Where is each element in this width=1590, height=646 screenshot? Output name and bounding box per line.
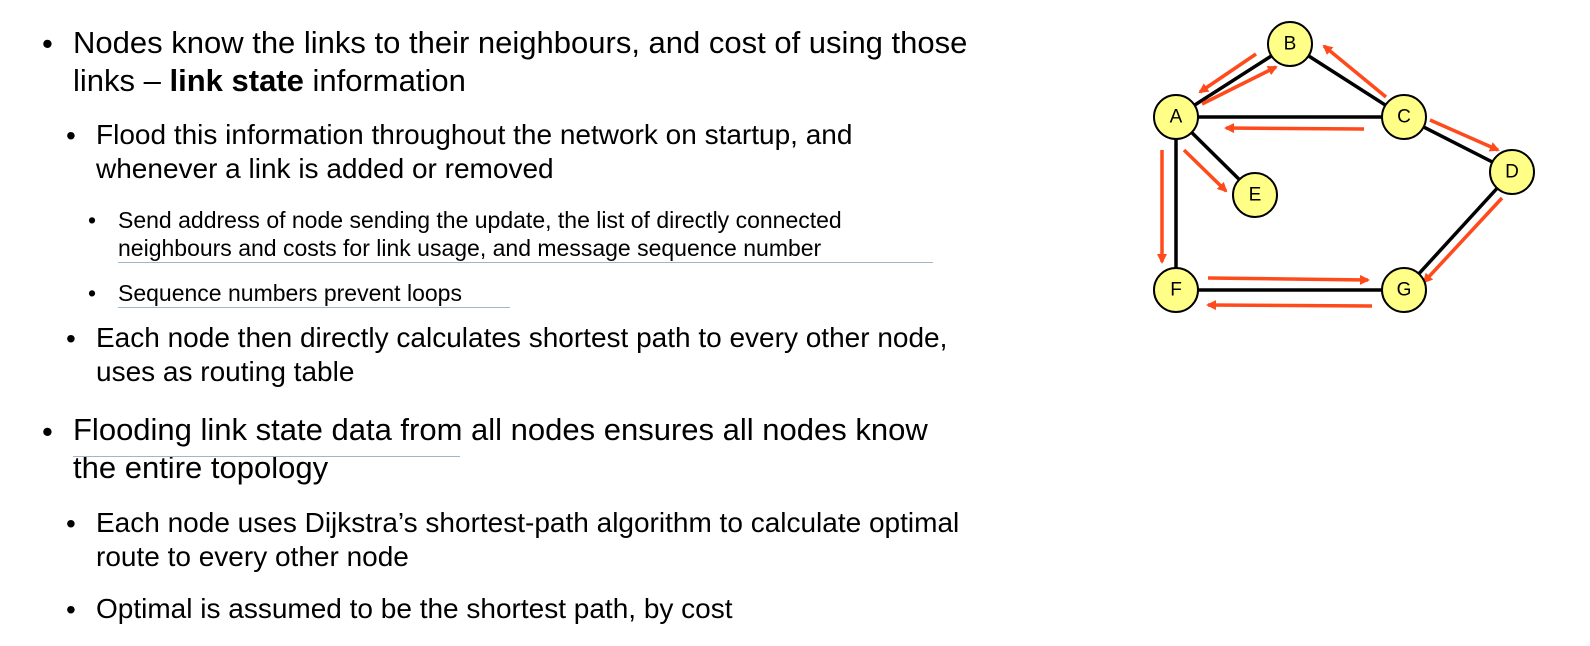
bullet-dot: • xyxy=(66,323,76,354)
node-label-d: D xyxy=(1505,162,1519,183)
bullet-send-address: Send address of node sending the update,… xyxy=(118,206,933,264)
node-label-a: A xyxy=(1170,107,1183,128)
arrow-g-to-f xyxy=(1206,300,1373,311)
node-label-b: B xyxy=(1284,34,1297,55)
bullet-sequence-numbers: Sequence numbers prevent loops xyxy=(118,279,510,309)
node-label-f: F xyxy=(1170,280,1182,301)
arrow-a-to-e xyxy=(1182,148,1228,193)
bullet-flooding: Flooding link state data from all nodes … xyxy=(73,412,928,485)
edge-d-g xyxy=(1402,170,1514,292)
bullet-text: information xyxy=(303,62,466,98)
bullet-bold-text: link state xyxy=(169,62,304,98)
bullet-dot: • xyxy=(88,280,97,306)
bullet-each-node-calculates: Each node then directly calculates short… xyxy=(96,322,948,388)
arrow-f-to-g xyxy=(1207,274,1370,285)
underline-rule xyxy=(73,456,460,457)
bullet-dot: • xyxy=(66,508,76,539)
arrow-d-to-g xyxy=(1422,196,1504,284)
node-label-g: G xyxy=(1397,280,1412,301)
bullet-optimal: Optimal is assumed to be the shortest pa… xyxy=(96,593,733,624)
arrow-c-to-a xyxy=(1224,123,1365,134)
bullet-link-state: Nodes know the links to their neighbours… xyxy=(73,24,1003,100)
node-label-c: C xyxy=(1397,107,1411,128)
bullet-dot: • xyxy=(66,594,76,625)
bullet-dijkstra: Each node uses Dijkstra’s shortest-path … xyxy=(96,507,960,573)
bullet-dot: • xyxy=(42,26,53,61)
network-graph: A B C D E F G xyxy=(1153,21,1535,313)
bullet-dot: • xyxy=(66,120,76,151)
bullet-dot: • xyxy=(88,207,97,233)
node-label-e: E xyxy=(1249,185,1262,206)
arrow-a-to-b xyxy=(1201,65,1278,106)
bullet-dot: • xyxy=(42,414,53,449)
bullet-flood: Flood this information throughout the ne… xyxy=(96,119,853,185)
